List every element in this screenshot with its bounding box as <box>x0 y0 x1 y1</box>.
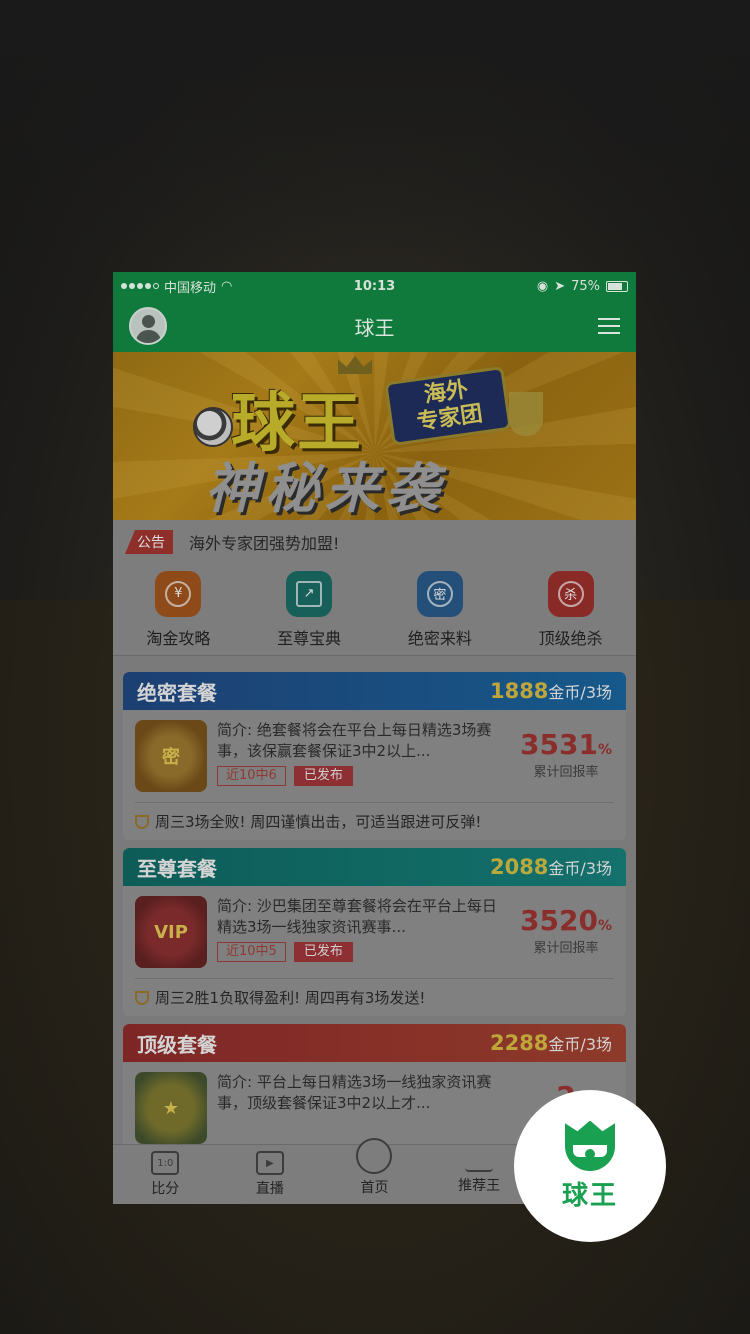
trophy-icon <box>135 814 149 829</box>
quick-item-zhizun[interactable]: ↗ 至尊宝典 <box>244 564 375 655</box>
crown-icon <box>465 1154 494 1172</box>
tab-live[interactable]: ▶ 直播 <box>218 1145 323 1204</box>
scoreboard-icon: 1:0 <box>151 1151 180 1175</box>
return-rate: 3520% <box>520 904 612 937</box>
quick-item-dingji[interactable]: 杀 顶级绝杀 <box>505 564 636 655</box>
return-rate-caption: 累计回报率 <box>533 941 599 956</box>
tv-icon: ▶ <box>255 1151 284 1175</box>
package-thumbnail: VIP <box>135 896 207 968</box>
quick-item-taojin[interactable]: ¥ 淘金攻略 <box>113 564 244 655</box>
record-tag: 近10中6 <box>217 766 286 786</box>
package-description: 简介: 平台上每日精选3场一线独家资讯赛事，顶级套餐保证3中2以上才... <box>217 1073 492 1112</box>
chart-book-icon: ↗ <box>286 570 333 617</box>
package-thumbnail: 密 <box>135 720 207 792</box>
quick-menu: ¥ 淘金攻略 ↗ 至尊宝典 密 绝密来料 杀 顶级绝杀 <box>113 564 636 656</box>
target-icon: 杀 <box>547 570 594 617</box>
app-screen: 中国移动 ◠ 10:13 ◉ ➤ 75% 球王 球王 海外 专家团 神秘来袭 公… <box>113 272 636 1204</box>
status-badge: 已发布 <box>293 766 353 786</box>
page-title: 球王 <box>354 315 395 340</box>
return-rate: 3531% <box>520 728 612 761</box>
quick-item-juemi[interactable]: 密 绝密来料 <box>375 564 506 655</box>
package-card[interactable]: 至尊套餐 2088金币/3场 VIP 简介: 沙巴集团至尊套餐将会在平台上每日精… <box>123 848 626 1016</box>
package-card[interactable]: 绝密套餐 1888金币/3场 密 简介: 绝套餐将会在平台上每日精选3场赛事，该… <box>123 672 626 840</box>
package-description: 简介: 沙巴集团至尊套餐将会在平台上每日精选3场一线独家资讯赛事... <box>217 897 497 936</box>
banner-subheadline: 神秘来袭 <box>205 457 445 520</box>
clock: 10:13 <box>353 278 396 294</box>
secret-badge-icon: 密 <box>416 570 463 617</box>
record-tag: 近10中5 <box>217 942 286 962</box>
football-icon <box>193 407 233 447</box>
crown-mascot-icon <box>561 1120 619 1171</box>
status-bar: 中国移动 ◠ 10:13 ◉ ➤ 75% <box>113 272 636 300</box>
package-list: 绝密套餐 1888金币/3场 密 简介: 绝套餐将会在平台上每日精选3场赛事，该… <box>113 664 636 1144</box>
status-badge: 已发布 <box>293 942 353 962</box>
package-name: 绝密套餐 <box>137 680 217 705</box>
package-name: 至尊套餐 <box>137 856 217 881</box>
home-ball-icon <box>356 1138 393 1174</box>
announcement-text: 海外专家团强势加盟! <box>189 534 340 553</box>
package-price: 2288金币/3场 <box>489 1031 612 1055</box>
tab-home[interactable]: 首页 <box>322 1138 427 1204</box>
package-description: 简介: 绝套餐将会在平台上每日精选3场赛事，该保赢套餐保证3中2以上... <box>217 721 492 760</box>
package-footer-note: 周三3场全败! 周四谨慎出击，可适当跟进可反弹! <box>155 813 482 831</box>
tab-score[interactable]: 1:0 比分 <box>113 1145 218 1204</box>
package-price: 1888金币/3场 <box>489 679 612 703</box>
gold-coin-icon: ¥ <box>155 570 202 617</box>
package-price: 2088金币/3场 <box>489 855 612 879</box>
app-logo: 球王 <box>514 1090 666 1242</box>
return-rate-caption: 累计回报率 <box>533 765 599 780</box>
app-logo-text: 球王 <box>561 1180 618 1211</box>
trophy-icon <box>135 990 149 1005</box>
promo-banner[interactable]: 球王 海外 专家团 神秘来袭 <box>113 352 636 520</box>
package-name: 顶级套餐 <box>137 1032 217 1057</box>
package-footer-note: 周三2胜1负取得盈利! 周四再有3场发送! <box>155 989 426 1007</box>
package-thumbnail: ★ <box>135 1072 207 1144</box>
announcement-badge: 公告 <box>125 530 173 554</box>
trophy-icon <box>509 392 543 436</box>
navigation-bar: 球王 <box>113 300 636 352</box>
announcement-bar[interactable]: 公告 海外专家团强势加盟! <box>113 520 636 564</box>
